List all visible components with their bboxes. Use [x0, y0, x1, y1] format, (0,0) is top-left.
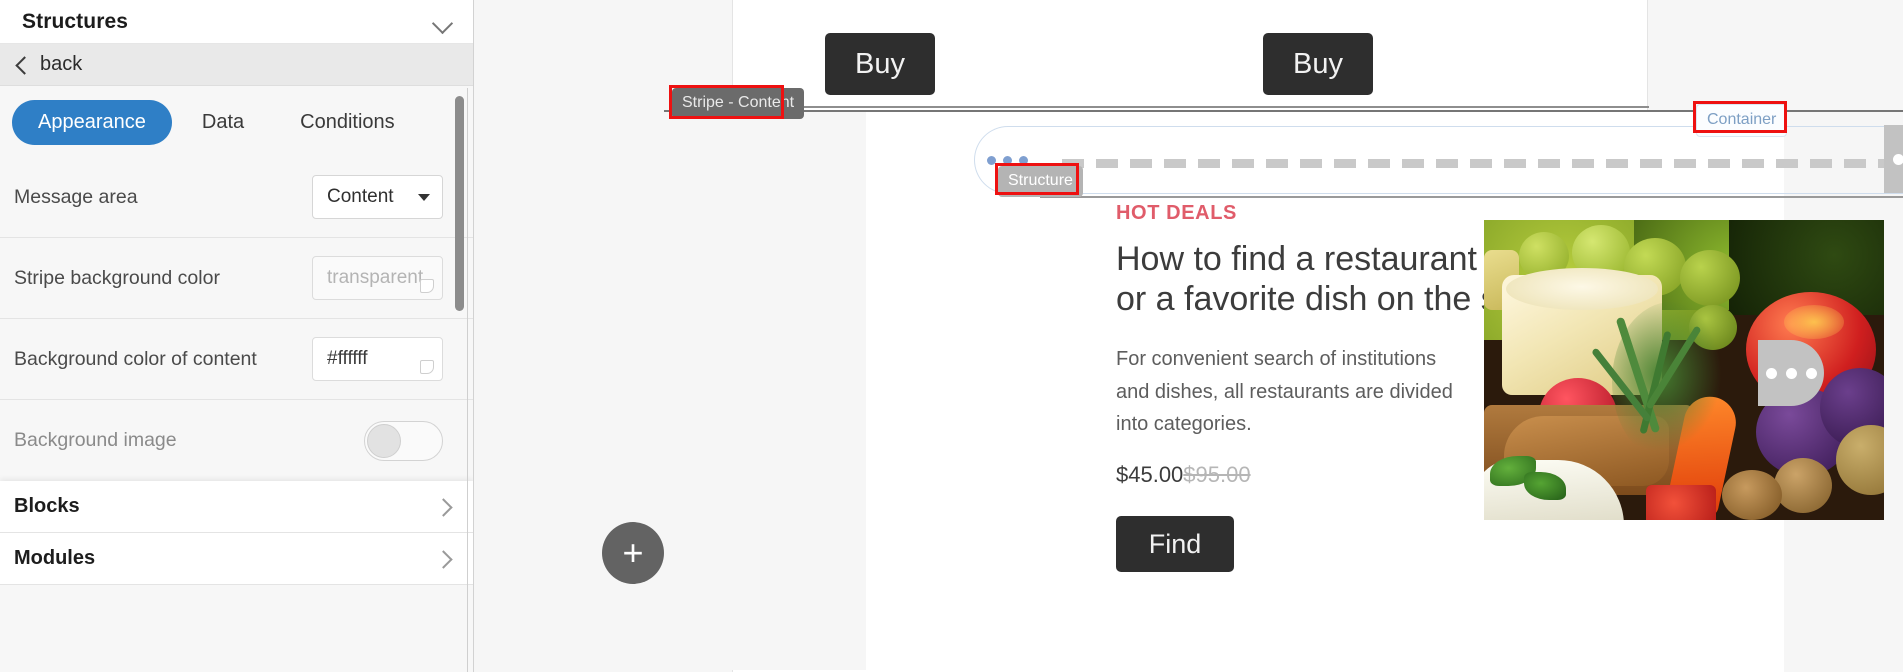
background-image-toggle[interactable]: [364, 420, 443, 461]
stripe-badge[interactable]: Stripe - Content: [672, 88, 805, 119]
find-button[interactable]: Find: [1116, 516, 1234, 573]
price-new: $45.00: [1116, 462, 1184, 488]
field-stripe-background-color: Stripe background color transparent: [0, 238, 473, 319]
section-label-blocks: Blocks: [14, 495, 80, 517]
back-button[interactable]: back: [0, 44, 473, 86]
tab-data[interactable]: Data: [176, 100, 270, 145]
stripe-inner-content: Structure Container HOT DEALS How to fin…: [866, 101, 1903, 672]
section-blocks[interactable]: Blocks: [0, 481, 473, 533]
container-badge[interactable]: Container: [1696, 104, 1788, 137]
price-old: $95.00: [1183, 462, 1251, 488]
dot-icon: [1765, 367, 1777, 379]
chevron-right-icon: [437, 501, 449, 513]
stripe-background-color-input[interactable]: transparent: [312, 256, 443, 300]
dot-icon: [1805, 367, 1817, 379]
color-swatch-icon[interactable]: [420, 360, 434, 374]
tab-conditions[interactable]: Conditions: [274, 100, 421, 145]
stripe-background-color-value: transparent: [327, 267, 424, 288]
email-canvas: Buy Buy Stripe - Content Structure Conta…: [474, 0, 1903, 672]
sidebar-scrollbar[interactable]: [455, 96, 464, 311]
content-background-color-input[interactable]: #ffffff: [312, 337, 443, 381]
structure-placeholder-dashes: [1062, 159, 1902, 168]
editor-window: Structures back Appearance Data Conditio…: [0, 0, 1903, 672]
section-label-modules: Modules: [14, 547, 96, 569]
drag-dot-icon: [987, 155, 996, 165]
sidebar-header: Structures: [0, 0, 473, 44]
drag-dot-icon: [1003, 155, 1012, 165]
toggle-knob: [367, 423, 401, 458]
section-modules[interactable]: Modules: [0, 533, 473, 585]
color-swatch-icon[interactable]: [420, 279, 434, 293]
field-label-stripe-bg: Stripe background color: [14, 266, 220, 289]
drag-dot-icon: [1019, 155, 1028, 165]
scrollbar-track: [467, 88, 468, 672]
field-message-area: Message area Content: [0, 157, 473, 238]
dot-icon: [1892, 153, 1903, 165]
field-background-color-of-content: Background color of content #ffffff: [0, 319, 473, 400]
page-title: Structures: [22, 9, 129, 33]
chevron-down-icon[interactable]: [433, 15, 455, 29]
field-label-background-image: Background image: [14, 429, 177, 451]
buy-strip: Buy Buy: [733, 0, 1649, 108]
email-page: Buy Buy Stripe - Content Structure Conta…: [602, 0, 1903, 672]
structure-badge[interactable]: Structure: [998, 166, 1083, 197]
food-photo[interactable]: [1484, 220, 1884, 520]
container-more-options-button[interactable]: [1758, 340, 1824, 406]
tab-appearance[interactable]: Appearance: [12, 100, 172, 145]
card-body-text[interactable]: For convenient search of institutions an…: [1116, 343, 1476, 440]
field-background-image: Background image: [0, 400, 473, 481]
buy-button-left[interactable]: Buy: [825, 33, 935, 95]
structures-sidebar: Structures back Appearance Data Conditio…: [0, 0, 474, 672]
message-area-select[interactable]: Content: [312, 175, 443, 219]
message-area-value: Content: [327, 186, 394, 207]
structure-bottom-rule: [1040, 196, 1903, 198]
buy-button-right[interactable]: Buy: [1263, 33, 1373, 95]
dot-icon: [1785, 367, 1797, 379]
chevron-right-icon: [437, 553, 449, 565]
field-label-content-bg: Background color of content: [14, 347, 257, 370]
stripe-content-region[interactable]: Stripe - Content Structure Container HOT…: [602, 85, 1903, 672]
structure-more-options-button[interactable]: [1884, 125, 1903, 193]
back-label: back: [40, 53, 83, 75]
add-stripe-button[interactable]: +: [602, 522, 664, 584]
chevron-left-icon: [14, 58, 28, 72]
chevron-down-icon: [418, 193, 430, 201]
content-background-color-value: #ffffff: [327, 348, 368, 369]
field-label-message-area: Message area: [14, 185, 138, 208]
sidebar-tabs: Appearance Data Conditions: [0, 86, 473, 157]
